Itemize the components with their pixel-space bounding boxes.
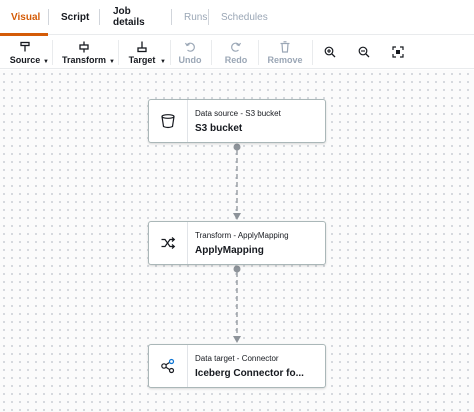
zoom-out-button[interactable]: [356, 44, 372, 60]
tab-job-details[interactable]: Job details: [100, 0, 171, 35]
toolbar-divider: [258, 40, 259, 65]
undo-label: Undo: [178, 54, 202, 65]
transform-label: Transform: [62, 54, 107, 65]
toolbar-divider: [118, 40, 119, 65]
canvas-toolbar: Source ▼ Transform ▼ Target ▼ Undo Redo: [0, 36, 474, 69]
node-title: Iceberg Connector fo...: [195, 368, 304, 379]
toolbar-divider: [211, 40, 212, 65]
shuffle-icon: [149, 222, 188, 264]
toolbar-divider: [52, 40, 53, 65]
source-button[interactable]: Source ▼: [9, 36, 49, 69]
fit-screen-button[interactable]: [390, 44, 406, 60]
transform-button[interactable]: Transform ▼: [62, 36, 115, 69]
remove-button[interactable]: Remove: [267, 36, 303, 69]
bucket-icon: [149, 100, 188, 142]
node-subtitle: Data source - S3 bucket: [195, 109, 281, 118]
undo-button[interactable]: Undo: [176, 36, 204, 69]
zoom-in-button[interactable]: [322, 44, 338, 60]
tab-script[interactable]: Script: [49, 0, 99, 35]
edge-transform-to-target[interactable]: [233, 265, 241, 344]
node-transform[interactable]: Transform - ApplyMapping ApplyMapping: [148, 221, 326, 265]
source-icon: [19, 41, 31, 53]
trash-icon: [279, 40, 291, 53]
toolbar-divider: [312, 40, 313, 65]
target-button[interactable]: Target ▼: [127, 36, 166, 69]
undo-icon: [184, 41, 196, 53]
editor-tabs: Visual Script Job details Runs Schedules: [0, 0, 474, 36]
chevron-down-icon: ▼: [109, 59, 115, 65]
fit-screen-icon: [392, 46, 404, 58]
transform-icon: [78, 41, 90, 53]
node-data-source[interactable]: Data source - S3 bucket S3 bucket: [148, 99, 326, 143]
tab-schedules[interactable]: Schedules: [209, 0, 276, 35]
node-data-target[interactable]: Data target - Connector Iceberg Connecto…: [148, 344, 326, 388]
redo-button[interactable]: Redo: [222, 36, 250, 69]
redo-icon: [230, 41, 242, 53]
node-subtitle: Transform - ApplyMapping: [195, 231, 289, 240]
connector-icon: [149, 345, 188, 387]
node-title: ApplyMapping: [195, 245, 264, 256]
zoom-out-icon: [358, 46, 370, 58]
target-label: Target: [128, 54, 156, 65]
visual-canvas[interactable]: Data source - S3 bucket S3 bucket Transf…: [0, 70, 474, 412]
toolbar-divider: [170, 40, 171, 65]
edge-source-to-transform[interactable]: [233, 143, 241, 221]
node-subtitle: Data target - Connector: [195, 354, 279, 363]
redo-label: Redo: [224, 54, 248, 65]
tab-visual[interactable]: Visual: [0, 0, 48, 36]
source-label: Source: [9, 54, 41, 65]
target-icon: [136, 41, 148, 53]
tab-runs[interactable]: Runs: [172, 0, 208, 35]
chevron-down-icon: ▼: [43, 59, 49, 65]
remove-label: Remove: [267, 54, 303, 65]
node-title: S3 bucket: [195, 123, 243, 134]
chevron-down-icon: ▼: [160, 59, 166, 65]
zoom-in-icon: [324, 46, 336, 58]
